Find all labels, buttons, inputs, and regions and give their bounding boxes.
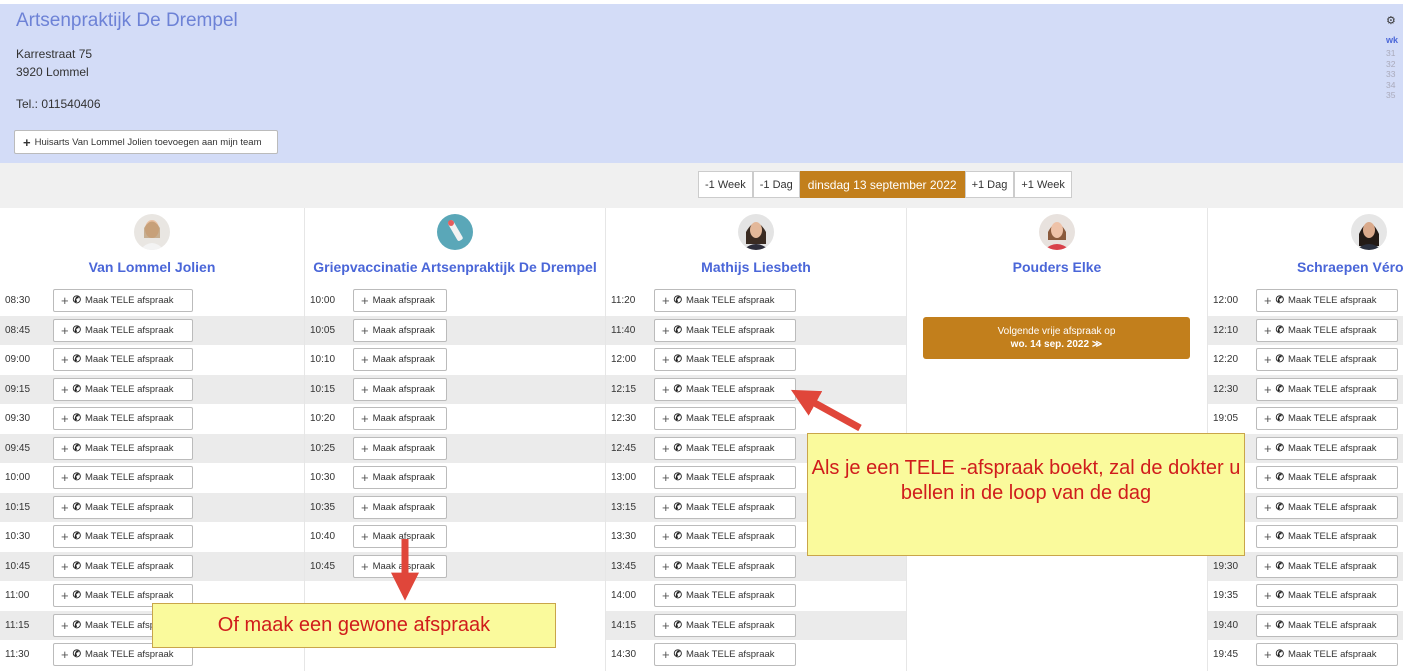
annotation-arrows [391, 389, 862, 601]
tele-explanation-callout: Als je een TELE -afspraak boekt, zal de … [807, 433, 1245, 556]
regular-appointment-callout: Of maak een gewone afspraak [152, 603, 556, 648]
tele-arrow [790, 389, 862, 432]
